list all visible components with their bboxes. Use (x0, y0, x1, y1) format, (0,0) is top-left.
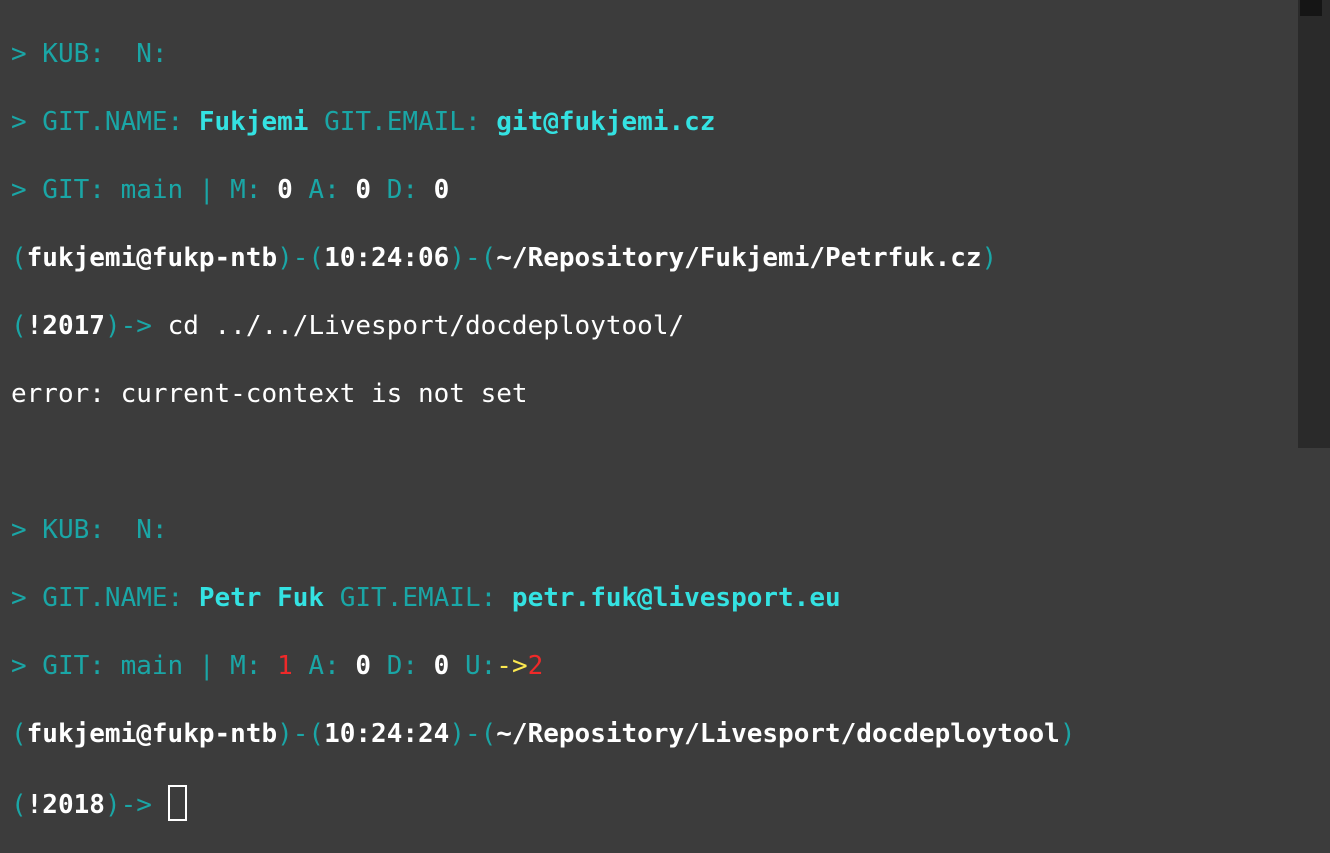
history-number: !2017 (26, 311, 105, 341)
modified-count: 0 (277, 175, 293, 205)
terminal-output[interactable]: > KUB: N: > GIT.NAME: Fukjemi GIT.EMAIL:… (0, 0, 1298, 821)
modified-count: 1 (277, 651, 293, 681)
upstream-count: 2 (527, 651, 544, 681)
prompt-user-line: (fukjemi@fukp-ntb)-(10:24:06)-(~/Reposit… (11, 241, 1298, 275)
error-output-line: error: current-context is not set (11, 377, 1298, 411)
git-name-value: Fukjemi (198, 107, 309, 137)
added-label: A: (292, 651, 356, 681)
active-command-line[interactable]: (!2018)-> (11, 785, 1298, 821)
added-count: 0 (355, 175, 372, 205)
kub-label: > KUB: N: (11, 39, 168, 69)
paren: ( (11, 311, 27, 341)
user-host: fukjemi@fukp-ntb (26, 719, 278, 749)
working-directory: ~/Repository/Livesport/docdeploytool (496, 719, 1060, 749)
added-label: A: (292, 175, 356, 205)
user-host: fukjemi@fukp-ntb (26, 243, 278, 273)
prompt-user-line: (fukjemi@fukp-ntb)-(10:24:24)-(~/Reposit… (11, 717, 1298, 751)
paren: ) (981, 243, 998, 273)
paren: ( (11, 790, 27, 820)
git-email-value: petr.fuk@livesport.eu (511, 583, 841, 613)
prompt-git-status-line: > GIT: main | M: 0 A: 0 D: 0 (11, 173, 1298, 207)
history-number: !2018 (26, 790, 105, 820)
paren: ) (1059, 719, 1076, 749)
prompt-arrow: )-> (104, 311, 168, 341)
prompt-git-identity-line: > GIT.NAME: Fukjemi GIT.EMAIL: git@fukje… (11, 105, 1298, 139)
separator: )-( (277, 719, 325, 749)
scrollbar-thumb[interactable] (1300, 0, 1322, 16)
error-text: error: current-context is not set (11, 379, 528, 409)
working-directory: ~/Repository/Fukjemi/Petrfuk.cz (496, 243, 982, 273)
kub-label: > KUB: N: (11, 515, 168, 545)
deleted-count: 0 (433, 175, 450, 205)
prompt-kub-line: > KUB: N: (11, 37, 1298, 71)
upstream-label: U: (449, 651, 497, 681)
deleted-count: 0 (433, 651, 450, 681)
upstream-arrow: -> (496, 651, 528, 681)
git-email-value: git@fukjemi.cz (496, 107, 716, 137)
prompt-kub-line: > KUB: N: (11, 513, 1298, 547)
prompt-git-identity-line: > GIT.NAME: Petr Fuk GIT.EMAIL: petr.fuk… (11, 581, 1298, 615)
vertical-scrollbar[interactable] (1298, 0, 1330, 448)
git-name-value: Petr Fuk (198, 583, 325, 613)
deleted-label: D: (371, 651, 434, 681)
text-cursor[interactable] (167, 785, 187, 821)
command-line: (!2017)-> cd ../../Livesport/docdeployto… (11, 309, 1298, 343)
prompt-time: 10:24:24 (324, 719, 450, 749)
paren: ( (11, 243, 27, 273)
git-email-label: GIT.EMAIL: (308, 107, 497, 137)
git-name-label: > GIT.NAME: (11, 583, 199, 613)
separator: )-( (277, 243, 325, 273)
added-count: 0 (355, 651, 372, 681)
separator: )-( (449, 243, 497, 273)
git-branch-label: > GIT: main | M: (11, 175, 278, 205)
git-email-label: GIT.EMAIL: (324, 583, 512, 613)
prompt-arrow: )-> (104, 790, 168, 820)
separator: )-( (449, 719, 497, 749)
paren: ( (11, 719, 27, 749)
deleted-label: D: (371, 175, 434, 205)
git-name-label: > GIT.NAME: (11, 107, 199, 137)
prompt-time: 10:24:06 (324, 243, 450, 273)
prompt-git-status-line: > GIT: main | M: 1 A: 0 D: 0 U:->2 (11, 649, 1298, 683)
command-text: cd ../../Livesport/docdeploytool/ (167, 311, 685, 341)
git-branch-label: > GIT: main | M: (11, 651, 278, 681)
